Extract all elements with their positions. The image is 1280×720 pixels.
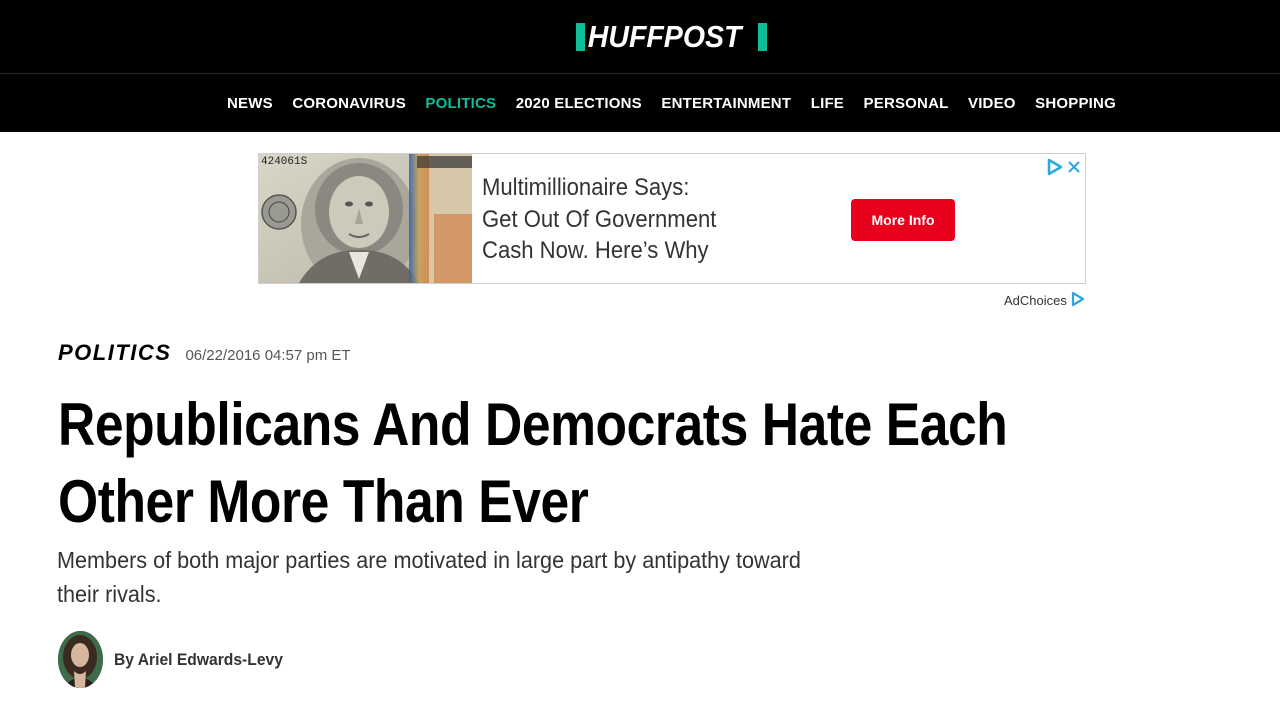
- nav-item-2020-elections[interactable]: 2020 ELECTIONS: [516, 95, 642, 112]
- ad-copy-line-1: Multimillionaire Says:: [482, 174, 690, 201]
- nav-item-coronavirus[interactable]: CORONAVIRUS: [292, 95, 406, 112]
- adchoices-link[interactable]: AdChoices: [1004, 291, 1085, 310]
- author-name[interactable]: By Ariel Edwards-Levy: [114, 650, 283, 670]
- section-label[interactable]: POLITICS: [58, 340, 171, 366]
- adchoices-icon[interactable]: [1047, 158, 1063, 181]
- publish-timestamp: 06/22/2016 04:57 pm ET: [185, 347, 351, 364]
- close-icon[interactable]: [1067, 160, 1081, 179]
- nav-list: NEWS CORONAVIRUS POLITICS 2020 ELECTIONS…: [227, 74, 1135, 132]
- ad-controls: [1047, 158, 1081, 181]
- main-navigation: NEWS CORONAVIRUS POLITICS 2020 ELECTIONS…: [0, 74, 1280, 132]
- advertisement-banner[interactable]: 424061S Multimillionaire Says: Get Out O…: [258, 153, 1086, 284]
- author-byline[interactable]: By Ariel Edwards-Levy: [58, 631, 298, 688]
- adchoices-small-icon: [1071, 291, 1085, 310]
- logo-left-bar: [576, 23, 585, 51]
- ad-copy-line-2: Get Out Of Government: [482, 205, 717, 233]
- site-header: HUFFPOST: [0, 0, 1280, 73]
- nav-item-life[interactable]: LIFE: [811, 95, 844, 112]
- ad-image-hundred-dollar-bill[interactable]: 424061S: [259, 154, 472, 283]
- logo-right-bar: [758, 23, 768, 51]
- adchoices-label: AdChoices: [1004, 293, 1067, 308]
- ad-copy[interactable]: Multimillionaire Says: Get Out Of Govern…: [482, 172, 716, 267]
- huffpost-logo[interactable]: HUFFPOST: [576, 19, 768, 54]
- nav-item-video[interactable]: VIDEO: [968, 95, 1016, 112]
- nav-item-politics[interactable]: POLITICS: [425, 95, 496, 112]
- ad-more-info-button[interactable]: More Info: [851, 199, 955, 241]
- ad-copy-line-3: Cash Now. Here’s Why: [482, 237, 709, 264]
- ad-bill-serial: 424061S: [261, 156, 308, 168]
- article-subheadline: Members of both major parties are motiva…: [57, 547, 801, 607]
- logo-text: HUFFPOST: [587, 19, 742, 54]
- author-avatar[interactable]: [58, 631, 103, 688]
- nav-item-personal[interactable]: PERSONAL: [864, 95, 949, 112]
- article-headline: Republicans And Democrats Hate Each Othe…: [58, 391, 1008, 535]
- article-kicker: POLITICS 06/22/2016 04:57 pm ET: [58, 340, 351, 366]
- nav-item-news[interactable]: NEWS: [227, 95, 273, 112]
- nav-item-entertainment[interactable]: ENTERTAINMENT: [661, 95, 791, 112]
- nav-item-shopping[interactable]: SHOPPING: [1035, 95, 1116, 112]
